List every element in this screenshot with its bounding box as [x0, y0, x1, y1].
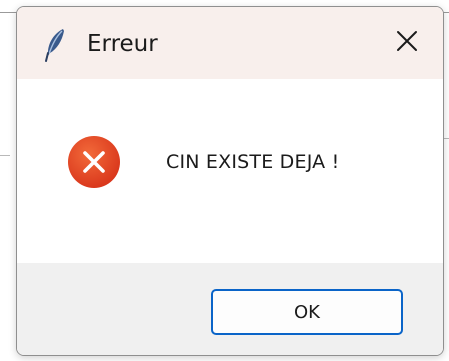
close-icon — [396, 30, 418, 56]
background-window-edge-left — [0, 155, 10, 156]
dialog-footer: OK — [17, 263, 443, 355]
error-icon — [67, 135, 121, 189]
error-dialog: Erreur CIN EXISTE DEJA ! OK — [16, 6, 444, 356]
feather-icon — [43, 27, 67, 63]
title-bar[interactable]: Erreur — [17, 7, 443, 79]
close-button[interactable] — [381, 17, 433, 69]
dialog-content: CIN EXISTE DEJA ! — [17, 79, 443, 263]
error-message: CIN EXISTE DEJA ! — [166, 151, 340, 173]
window-title: Erreur — [87, 31, 158, 57]
ok-button[interactable]: OK — [211, 289, 403, 335]
